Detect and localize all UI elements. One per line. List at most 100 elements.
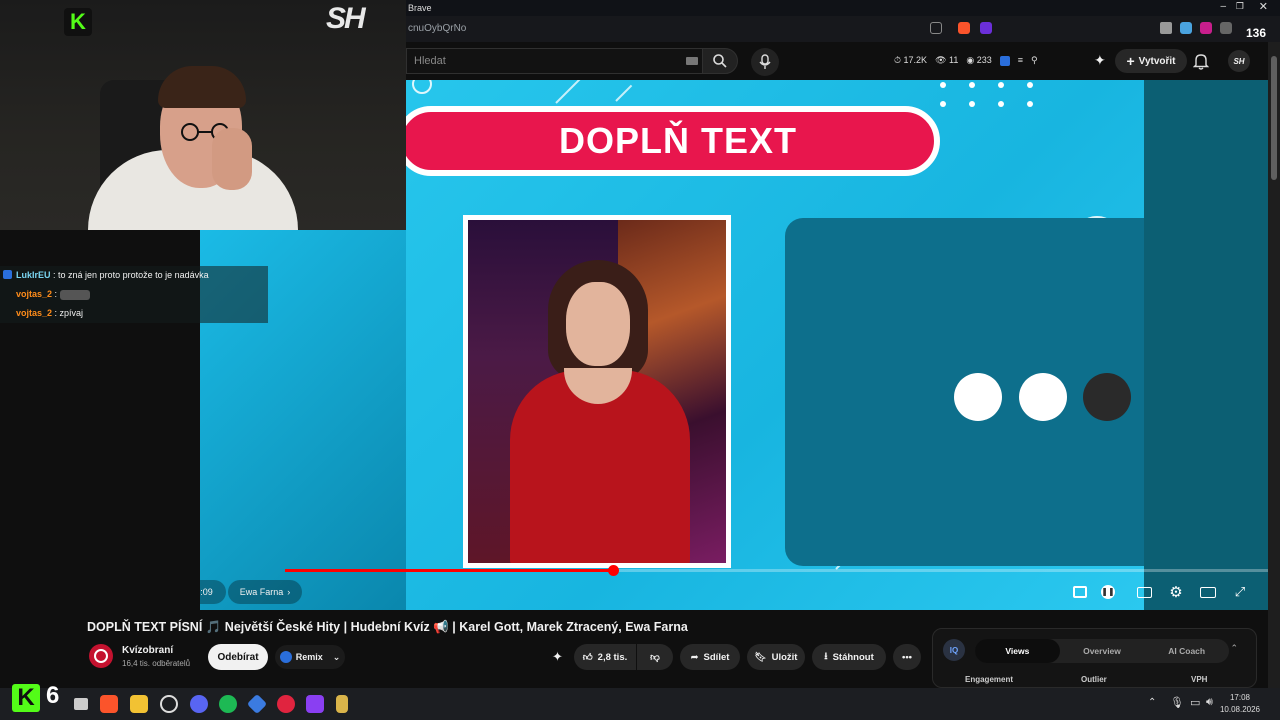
vidiq-player-button[interactable] <box>1068 580 1092 604</box>
decor-dot <box>1027 101 1033 107</box>
channel-avatar[interactable] <box>89 644 113 668</box>
task-view-icon[interactable] <box>74 698 88 710</box>
microphone-icon[interactable]: 🎙︎ <box>1170 696 1184 709</box>
network-icon[interactable]: ▭ <box>1190 696 1200 709</box>
browser-toolbar: cnuOybQrNo 136 <box>406 16 1280 42</box>
brave-rewards-icon[interactable] <box>980 22 992 34</box>
clock-time: 17:08 <box>1229 693 1250 702</box>
tab-overview[interactable]: Overview <box>1060 639 1145 663</box>
autoplay-toggle[interactable]: ❚❚ <box>1096 580 1120 604</box>
save-button[interactable]: 🔖︎ Uložit <box>747 644 805 670</box>
tab-ai-coach[interactable]: AI Coach <box>1144 639 1229 663</box>
share-button[interactable]: ➦ Sdílet <box>680 644 740 670</box>
extensions-puzzle-icon[interactable] <box>1220 22 1232 34</box>
remix-label: Remix <box>295 652 323 662</box>
extension-icon[interactable] <box>1200 22 1212 34</box>
dislike-button[interactable]: 👎︎ <box>637 644 673 670</box>
voice-search-button[interactable] <box>751 48 779 76</box>
account-avatar[interactable]: SH <box>1228 50 1250 72</box>
decor-dot <box>1027 82 1033 88</box>
keyboard-icon[interactable] <box>686 57 698 65</box>
brave-browser-icon[interactable] <box>100 695 118 713</box>
cast-icon[interactable] <box>930 22 942 34</box>
share-label: Sdílet <box>703 651 730 663</box>
obs-icon[interactable] <box>160 695 178 713</box>
menu-lines-icon[interactable]: ≡ <box>1018 55 1023 66</box>
face-shape <box>566 282 630 366</box>
tab-views[interactable]: Views <box>975 639 1060 663</box>
time-display: 3:33 / 12:09 <box>200 580 226 604</box>
tray-expand-icon[interactable]: ⌃ <box>1148 697 1156 708</box>
time-text: 3:33 / 12:09 <box>200 587 213 597</box>
camera-ext-icon[interactable] <box>1160 22 1172 34</box>
chat-emote-icon <box>59 289 90 300</box>
browser-title: Brave <box>408 3 432 13</box>
pause-toggle-icon: ❚❚ <box>1101 585 1115 599</box>
discord-icon[interactable] <box>190 695 208 713</box>
collapse-icon[interactable]: ⌃ <box>1230 643 1238 654</box>
channel-logo-icon <box>94 649 108 663</box>
extension-shield-icon[interactable]: ✦ <box>1094 52 1106 69</box>
create-label: Vytvořit <box>1138 55 1176 67</box>
app-icon[interactable] <box>336 695 348 713</box>
pin-icon[interactable]: ⚲ <box>1031 55 1038 66</box>
chat-text: to zná jen proto protože to je nadávka <box>58 270 209 280</box>
chat-username: vojtas_2 <box>16 308 53 318</box>
restore-icon[interactable]: ❐ <box>1236 1 1244 12</box>
like-button[interactable]: 👍︎ 2,8 tis. <box>574 644 636 670</box>
settings-button[interactable]: ⚙ <box>1164 580 1188 604</box>
kick-viewer-count: 6 <box>46 682 60 709</box>
close-icon[interactable]: ✕ <box>1259 0 1268 13</box>
stat-views: ⏱ 17.2K <box>894 55 928 65</box>
subscribe-button[interactable]: Odebírat <box>208 644 268 670</box>
app-icon[interactable] <box>246 693 268 715</box>
kick-logo: K <box>64 8 92 36</box>
chat-message: LukIrEU : to zná jen proto protože to je… <box>0 266 268 285</box>
stream-stats: ⏱ 17.2K 👁 11 ◉ 233 ≡ ⚲ <box>894 55 1038 66</box>
more-actions-button[interactable]: ••• <box>893 644 921 670</box>
fullscreen-button[interactable]: ⤢ <box>1228 580 1252 604</box>
brave-shields-icon[interactable] <box>958 22 970 34</box>
decor-dot <box>969 82 975 88</box>
seek-bar[interactable] <box>285 565 1280 576</box>
youtube-header: Hledat ⏱ 17.2K 👁 11 ◉ 233 ≡ ⚲ ✦ + Vytvoř… <box>406 42 1280 80</box>
decor-line <box>615 84 633 102</box>
channel-name[interactable]: Kvízobraní <box>122 645 173 656</box>
spotify-icon[interactable] <box>219 695 237 713</box>
chat-message: vojtas_2 : zpívaj <box>0 304 268 323</box>
download-button[interactable]: ⭳ Stáhnout <box>812 644 886 670</box>
scrollbar-thumb[interactable] <box>1271 56 1277 180</box>
notifications-bell-icon[interactable] <box>1193 52 1209 70</box>
vidiq-icon[interactable] <box>999 56 1010 66</box>
theater-mode-button[interactable] <box>1196 580 1220 604</box>
extension-shield-icon[interactable]: ✦ <box>552 649 563 665</box>
volume-icon[interactable]: 🔊︎ <box>1206 696 1213 709</box>
file-explorer-icon[interactable] <box>130 695 148 713</box>
stat-watching: 👁 11 <box>935 55 959 65</box>
streamer-hand <box>212 128 252 190</box>
search-input[interactable]: Hledat <box>406 48 702 74</box>
os-taskbar: K 6 ⌃ 🎙︎ ▭ 🔊︎ 17:08 10.08.2026 <box>0 682 1280 720</box>
more-horizontal-icon: ••• <box>902 651 912 663</box>
create-button[interactable]: + Vytvořit <box>1115 49 1187 73</box>
chapter-button[interactable]: Ewa Farna › <box>228 580 302 604</box>
address-bar[interactable]: cnuOybQrNo <box>408 23 466 34</box>
gear-icon: ⚙ <box>1169 584 1183 601</box>
player-right-margin <box>1144 80 1280 610</box>
vidiq-icon <box>1073 586 1087 598</box>
search-button[interactable] <box>702 48 738 74</box>
extension-icon[interactable] <box>1180 22 1192 34</box>
save-label: Uložit <box>771 651 798 663</box>
theater-icon <box>1200 586 1216 598</box>
channel-subscribers: 16,4 tis. odběratelů <box>122 659 191 668</box>
subtitles-button[interactable] <box>1132 580 1156 604</box>
system-clock[interactable]: 17:08 10.08.2026 <box>1220 692 1260 716</box>
vidiq-tabs: Views Overview AI Coach <box>975 639 1229 663</box>
remix-button[interactable]: Remix ⌄ <box>275 645 345 669</box>
counter-badge: 136 <box>1245 26 1266 40</box>
app-icon[interactable] <box>306 695 324 713</box>
quiz-title-text: DOPLŇ TEXT <box>558 120 797 161</box>
page-scrollbar[interactable] <box>1268 42 1280 688</box>
minimize-icon[interactable]: – <box>1220 1 1226 12</box>
app-icon[interactable] <box>277 695 295 713</box>
